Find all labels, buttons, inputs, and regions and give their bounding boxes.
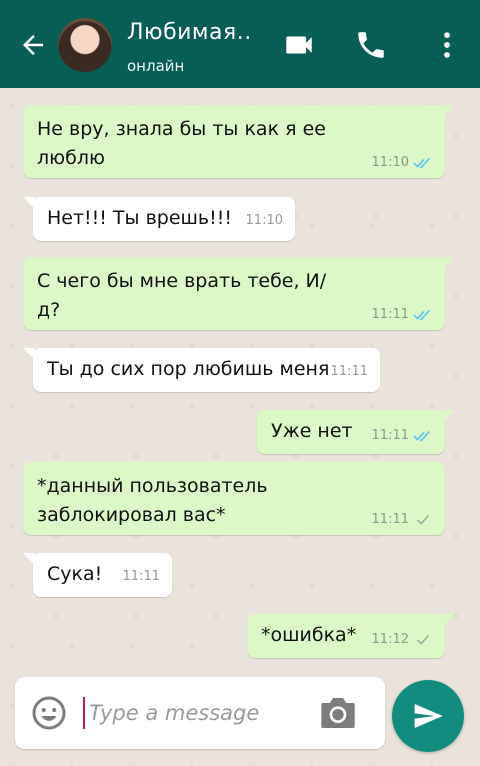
message-incoming[interactable]: Сука! 11:11 bbox=[23, 553, 172, 597]
message-time: 11:11 bbox=[122, 569, 160, 584]
send-icon bbox=[414, 704, 443, 728]
contact-status: онлайн bbox=[127, 57, 185, 75]
message-text: Сука! bbox=[47, 563, 103, 585]
message-outgoing[interactable]: Не вру, знала бы ты как я ее люблю 11:10 bbox=[23, 105, 455, 178]
message-text: *данный пользователь заблокировал вас* bbox=[37, 475, 268, 526]
message-time: 11:11 bbox=[330, 364, 368, 379]
emoji-icon[interactable] bbox=[31, 695, 67, 731]
text-cursor bbox=[83, 697, 85, 729]
message-text: Уже нет bbox=[271, 420, 353, 442]
message-outgoing[interactable]: *ошибка* 11:12 bbox=[247, 614, 455, 658]
message-text: Не вру, знала бы ты как я ее люблю bbox=[37, 118, 326, 169]
message-text: Ты до сих пор любишь меня bbox=[47, 358, 330, 380]
camera-icon[interactable] bbox=[318, 695, 358, 731]
chat-header: Любимая.. онлайн bbox=[0, 0, 480, 88]
sent-tick-icon bbox=[417, 634, 429, 645]
more-vert-icon[interactable] bbox=[430, 28, 464, 62]
message-text: *ошибка* bbox=[261, 624, 357, 646]
contact-name[interactable]: Любимая.. bbox=[127, 20, 252, 45]
message-outgoing[interactable]: *данный пользователь заблокировал вас* 11… bbox=[23, 462, 445, 535]
arrow-back-icon[interactable] bbox=[18, 30, 48, 60]
message-time: 11:12 bbox=[371, 632, 409, 647]
send-button[interactable] bbox=[392, 680, 464, 752]
sent-tick-icon bbox=[417, 514, 429, 525]
read-ticks-icon bbox=[413, 430, 430, 442]
video-camera-icon[interactable] bbox=[282, 28, 316, 62]
message-input-box[interactable]: Type a message bbox=[15, 677, 385, 749]
message-time: 11:11 bbox=[371, 428, 409, 443]
message-time: 11:10 bbox=[245, 213, 283, 228]
message-text: С чего бы мне врать тебе, И/д? bbox=[37, 270, 327, 321]
message-incoming[interactable]: Ты до сих пор любишь меня 11:11 bbox=[23, 348, 380, 392]
phone-icon[interactable] bbox=[354, 28, 388, 62]
message-text: Нет!!! Ты врешь!!! bbox=[47, 207, 232, 229]
message-incoming[interactable]: Нет!!! Ты врешь!!! 11:10 bbox=[23, 197, 295, 241]
avatar[interactable] bbox=[58, 18, 112, 72]
message-time: 11:11 bbox=[371, 512, 409, 527]
message-input[interactable]: Type a message bbox=[89, 701, 259, 725]
message-time: 11:10 bbox=[371, 155, 409, 170]
message-outgoing[interactable]: Уже нет 11:11 bbox=[257, 410, 455, 454]
read-ticks-icon bbox=[413, 157, 430, 169]
read-ticks-icon bbox=[413, 309, 430, 321]
message-outgoing[interactable]: С чего бы мне врать тебе, И/д? 11:11 bbox=[23, 257, 455, 330]
message-time: 11:11 bbox=[371, 307, 409, 322]
